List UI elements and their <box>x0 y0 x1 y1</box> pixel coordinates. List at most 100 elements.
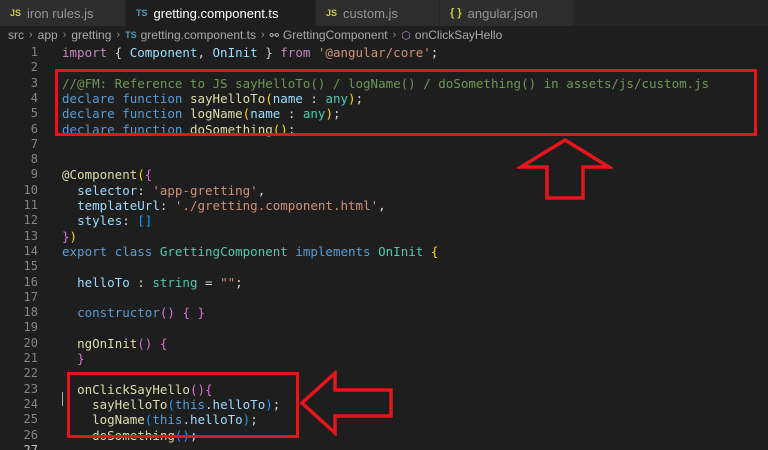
breadcrumb-src[interactable]: src <box>8 28 24 42</box>
line-number: 27 <box>23 442 38 450</box>
code-token: { <box>159 335 168 351</box>
text-cursor <box>62 392 63 406</box>
code-line[interactable]: 8 <box>0 152 768 167</box>
line-number: 21 <box>23 351 38 365</box>
code-line[interactable]: 10 selector: 'app-gretting', <box>0 183 768 198</box>
code-text: helloTo : string = ""; <box>62 275 243 290</box>
code-text: templateUrl: './gretting.component.html'… <box>62 198 386 213</box>
line-number: 10 <box>23 182 38 197</box>
line-number: 26 <box>23 427 38 442</box>
line-number: 25 <box>23 412 38 427</box>
code-token: ) <box>69 228 78 244</box>
class-symbol-icon: ⚯ <box>269 29 279 42</box>
code-text: constructor() { } <box>62 305 205 320</box>
code-line[interactable]: 21 } <box>0 351 768 366</box>
chevron-right-icon: › <box>62 29 67 41</box>
code-line[interactable]: 15 <box>0 259 768 274</box>
code-line[interactable]: 13}) <box>0 229 768 244</box>
tab-gretting-component-ts[interactable]: TS gretting.component.ts <box>126 0 316 26</box>
breadcrumb-class[interactable]: GrettingComponent <box>283 28 388 42</box>
code-text: selector: 'app-gretting', <box>62 183 265 198</box>
code-line[interactable]: 11 templateUrl: './gretting.component.ht… <box>0 198 768 213</box>
code-token: : <box>122 213 138 229</box>
code-token: } <box>257 45 281 60</box>
code-token: constructor <box>77 305 160 321</box>
line-number: 18 <box>23 305 38 320</box>
code-token: ( <box>137 167 145 183</box>
code-token: export <box>62 243 108 259</box>
line-number: 13 <box>23 228 38 243</box>
line-number: 16 <box>23 274 38 289</box>
javascript-file-icon: JS <box>10 8 22 18</box>
tab-iron-rules-js[interactable]: JS iron rules.js <box>0 0 126 26</box>
breadcrumb-gretting[interactable]: gretting <box>71 28 111 42</box>
code-line[interactable]: 14 export class GrettingComponent impleme… <box>0 244 768 259</box>
chevron-right-icon: › <box>116 29 121 41</box>
line-number: 14 <box>23 243 38 258</box>
code-line[interactable]: 12 styles: [] <box>0 213 768 228</box>
highlight-box-onclicksayhello <box>67 372 299 438</box>
code-token: () <box>159 305 175 321</box>
code-text: import { Component, OnInit } from '@angu… <box>62 45 438 60</box>
code-token: string <box>152 274 198 290</box>
line-number: 19 <box>23 320 38 335</box>
tab-angular-json[interactable]: { } angular.json <box>440 0 574 26</box>
code-text: } <box>62 351 85 366</box>
code-token: } <box>77 351 85 366</box>
code-token: ; <box>430 45 439 60</box>
breadcrumb-app[interactable]: app <box>38 28 58 42</box>
method-symbol-icon: ⬡ <box>401 29 411 42</box>
tab-custom-js[interactable]: JS custom.js <box>316 0 440 26</box>
code-token: templateUrl <box>77 198 160 213</box>
line-number: 11 <box>23 198 38 212</box>
breadcrumb-method[interactable]: onClickSayHello <box>415 28 502 42</box>
chevron-right-icon: › <box>392 29 397 41</box>
code-line[interactable]: 9 @Component({ <box>0 167 768 182</box>
code-token: helloTo <box>77 274 130 290</box>
code-line[interactable]: 17 <box>0 290 768 305</box>
json-file-icon: { } <box>450 7 462 19</box>
code-token: GrettingComponent <box>159 243 288 259</box>
code-token: { <box>182 305 190 321</box>
code-token: implements <box>295 243 371 259</box>
line-number: 3 <box>30 75 38 90</box>
code-line[interactable]: 18 constructor() { } <box>0 305 768 320</box>
code-line[interactable]: 27 <box>0 443 768 450</box>
left-arrow-annotation <box>299 370 393 436</box>
up-arrow-annotation <box>517 137 613 200</box>
tab-label: gretting.component.ts <box>153 5 279 21</box>
breadcrumb: src › app › gretting › TS gretting.compo… <box>0 26 768 44</box>
code-token: selector <box>77 182 138 198</box>
code-token: , <box>257 182 266 198</box>
code-token: { <box>144 167 153 183</box>
line-number: 17 <box>23 289 38 304</box>
code-token: , <box>378 198 386 213</box>
chevron-right-icon: › <box>261 29 265 41</box>
code-token: : <box>137 182 153 198</box>
code-line[interactable]: 7 <box>0 137 768 152</box>
typescript-file-icon: TS <box>125 30 137 40</box>
code-token: () <box>137 335 153 351</box>
code-line[interactable]: 16 helloTo : string = ""; <box>0 275 768 290</box>
line-number: 6 <box>30 121 38 136</box>
code-token: '@angular/core' <box>317 45 431 60</box>
line-number: 4 <box>30 90 38 105</box>
chevron-right-icon: › <box>29 29 33 41</box>
code-token: } <box>197 305 206 321</box>
highlight-box-declarations <box>55 69 757 136</box>
line-number: 24 <box>23 396 38 411</box>
code-line[interactable]: 20 ngOnInit() { <box>0 336 768 351</box>
javascript-file-icon: JS <box>326 8 338 18</box>
code-token: from <box>280 45 311 60</box>
code-line[interactable]: 19 <box>0 320 768 335</box>
editor-tab-bar: JS iron rules.js TS gretting.component.t… <box>0 0 768 26</box>
line-number: 15 <box>23 259 38 274</box>
breadcrumb-file[interactable]: gretting.component.ts <box>141 28 256 42</box>
code-line[interactable]: 1 import { Component, OnInit } from '@ang… <box>0 45 768 60</box>
